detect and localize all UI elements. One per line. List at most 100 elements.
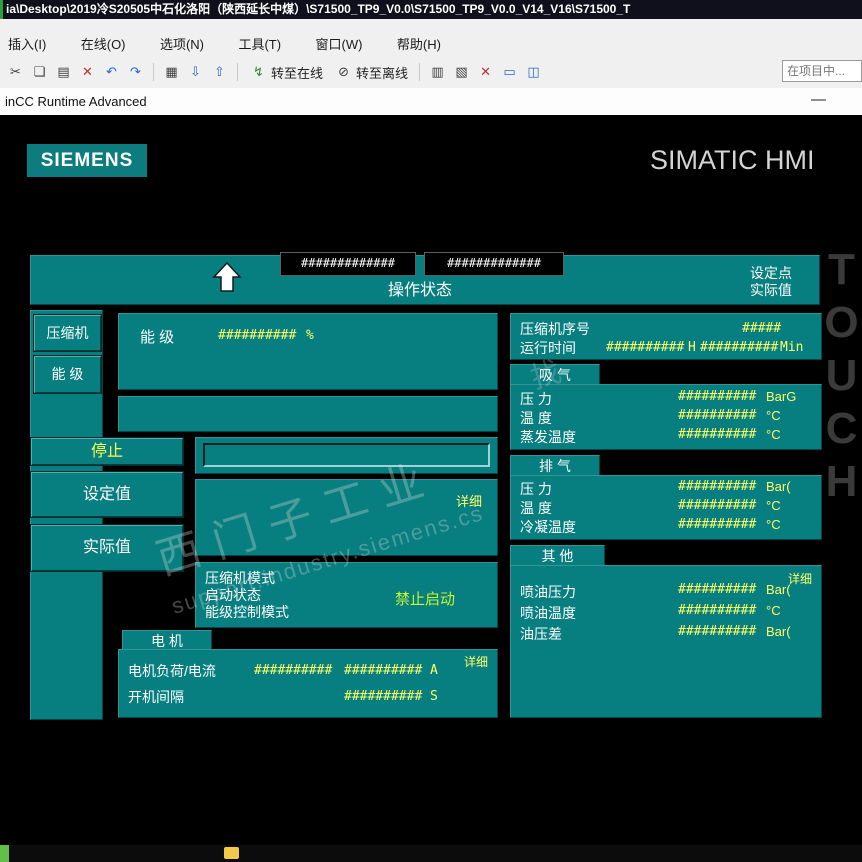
- taskbar-start-icon[interactable]: [0, 845, 9, 862]
- oil-injection-temp-unit: °C: [766, 603, 781, 618]
- oil-injection-temp-value: ##########: [678, 603, 756, 618]
- nav-energy-button[interactable]: 能 级: [33, 355, 102, 394]
- copy-icon[interactable]: ❏: [30, 62, 49, 82]
- energy-label: 能 级: [140, 326, 174, 347]
- up-arrow-icon[interactable]: [212, 261, 242, 298]
- minimize-button[interactable]: —: [811, 91, 826, 108]
- taskbar-folder-icon[interactable]: [224, 847, 239, 859]
- toolbar-separator: [153, 63, 154, 81]
- os-taskbar: [0, 845, 862, 862]
- window-title-bar[interactable]: ia\Desktop\2019冷S20505中石化洛阳（陕西延长中煤）\S715…: [0, 0, 862, 19]
- serial-label: 压缩机序号: [520, 319, 590, 339]
- discharge-temp-value: ##########: [678, 498, 756, 513]
- runtime-window-title: inCC Runtime Advanced: [5, 94, 147, 109]
- menu-insert[interactable]: 插入(I): [8, 34, 46, 53]
- split-window-icon[interactable]: ◫: [524, 62, 543, 82]
- discharge-panel: 压 力 ########## Bar( 温 度 ########## °C 冷凝…: [510, 475, 822, 540]
- stop-button[interactable]: 停止: [30, 437, 184, 466]
- suction-pressure-label: 压 力: [520, 389, 552, 409]
- menu-tools[interactable]: 工具(T): [238, 34, 281, 53]
- motor-detail-button[interactable]: 详细: [464, 653, 488, 670]
- suction-tab: 吸 气: [510, 364, 600, 386]
- runtime-minutes-unit: Min: [780, 340, 803, 355]
- motor-panel: 详细 电机负荷/电流 ########## ########## A 开机间隔 …: [118, 649, 498, 718]
- desktop-edge: [0, 0, 3, 19]
- cut-icon[interactable]: ✂: [6, 62, 25, 82]
- menu-options[interactable]: 选项(N): [160, 34, 204, 53]
- go-offline-label: 转至离线: [356, 63, 408, 82]
- setpoint-label: 设定点: [735, 265, 807, 282]
- oil-pressure-diff-unit: Bar(: [766, 624, 791, 639]
- redo-icon[interactable]: ↷: [126, 62, 145, 82]
- suction-temp-value: ##########: [678, 408, 756, 423]
- menu-help[interactable]: 帮助(H): [397, 34, 441, 53]
- menu-bar: 插入(I) 在线(O) 选项(N) 工具(T) 窗口(W) 帮助(H): [8, 34, 471, 54]
- suction-pressure-value: ##########: [678, 389, 756, 404]
- oil-injection-pressure-value: ##########: [678, 582, 756, 597]
- evap-temp-label: 蒸发温度: [520, 427, 576, 447]
- suction-temp-label: 温 度: [520, 408, 552, 428]
- actual-label: 实际值: [735, 282, 807, 299]
- nav-compressor-button[interactable]: 压缩机: [33, 314, 102, 352]
- search-input[interactable]: [782, 60, 862, 82]
- detail-button[interactable]: 详细: [456, 491, 482, 510]
- screen: ia\Desktop\2019冷S20505中石化洛阳（陕西延长中煤）\S715…: [0, 0, 862, 862]
- header-io-field-2[interactable]: #############: [424, 252, 564, 276]
- runtime-label: 运行时间: [520, 338, 576, 358]
- compile-icon[interactable]: ▦: [162, 62, 181, 82]
- download-to-device-icon[interactable]: ⇩: [186, 62, 205, 82]
- runtime-minutes-value: ##########: [700, 340, 778, 355]
- motor-interval-label: 开机间隔: [128, 687, 184, 707]
- delete-icon[interactable]: ✕: [78, 62, 97, 82]
- go-online-button[interactable]: ↯ 转至在线: [246, 62, 326, 82]
- simatic-hmi-label: SIMATIC HMI: [650, 145, 835, 176]
- suction-pressure-unit: BarG: [766, 389, 796, 404]
- mode-line-2: 启动状态: [205, 587, 261, 604]
- mode-panel: 压缩机模式 启动状态 能级控制模式 禁止启动: [195, 562, 498, 628]
- condensing-temp-value: ##########: [678, 517, 756, 532]
- motor-load-value-2: ##########: [344, 663, 422, 678]
- accessible-devices-icon[interactable]: ▥: [428, 62, 447, 82]
- go-offline-button[interactable]: ⊘ 转至离线: [331, 62, 411, 82]
- discharge-temp-unit: °C: [766, 498, 781, 513]
- spacer-panel: [118, 396, 498, 432]
- runtime-window-titlebar[interactable]: inCC Runtime Advanced —: [0, 88, 862, 116]
- energy-value: ##########: [218, 328, 296, 343]
- detail-panel: 详细: [195, 479, 498, 556]
- mode-line-1: 压缩机模式: [205, 570, 275, 587]
- header-io-field-1[interactable]: #############: [280, 252, 416, 276]
- receive-alarms-icon[interactable]: ▧: [452, 62, 471, 82]
- start-inhibit-status: 禁止启动: [395, 588, 455, 609]
- oil-pressure-diff-label: 油压差: [520, 624, 562, 644]
- discharge-pressure-value: ##########: [678, 479, 756, 494]
- upload-from-device-icon[interactable]: ⇧: [210, 62, 229, 82]
- motor-load-unit: A: [430, 663, 438, 678]
- window-title: ia\Desktop\2019冷S20505中石化洛阳（陕西延长中煤）\S715…: [6, 0, 630, 19]
- message-panel: [195, 437, 498, 474]
- tia-chrome: 插入(I) 在线(O) 选项(N) 工具(T) 窗口(W) 帮助(H) ✂ ❏ …: [0, 19, 862, 89]
- menu-window[interactable]: 窗口(W): [316, 34, 363, 53]
- motor-interval-value: ##########: [344, 689, 422, 704]
- discharge-pressure-unit: Bar(: [766, 479, 791, 494]
- paste-icon[interactable]: ▤: [54, 62, 73, 82]
- touch-bezel-label: TOUCH: [820, 245, 862, 510]
- project-search: [782, 60, 862, 82]
- toolbar-separator: [237, 63, 238, 81]
- go-online-label: 转至在线: [271, 63, 323, 82]
- runtime-hours-value: ##########: [606, 340, 684, 355]
- compressor-info-panel: 压缩机序号 ##### 运行时间 ########## H ##########…: [510, 313, 822, 360]
- go-offline-icon: ⊘: [334, 62, 353, 82]
- close-icon[interactable]: ✕: [476, 62, 495, 82]
- actual-value-button[interactable]: 实际值: [30, 524, 184, 572]
- mode-line-3: 能级控制模式: [205, 604, 289, 621]
- menu-online[interactable]: 在线(O): [81, 34, 126, 53]
- discharge-temp-label: 温 度: [520, 498, 552, 518]
- undo-icon[interactable]: ↶: [102, 62, 121, 82]
- window-icon[interactable]: ▭: [500, 62, 519, 82]
- oil-injection-pressure-label: 喷油压力: [520, 582, 576, 602]
- message-field[interactable]: [203, 443, 490, 467]
- suction-temp-unit: °C: [766, 408, 781, 423]
- oil-pressure-diff-value: ##########: [678, 624, 756, 639]
- setpoint-button[interactable]: 设定值: [30, 471, 184, 518]
- other-panel: 详细 喷油压力 ########## Bar( 喷油温度 ########## …: [510, 565, 822, 718]
